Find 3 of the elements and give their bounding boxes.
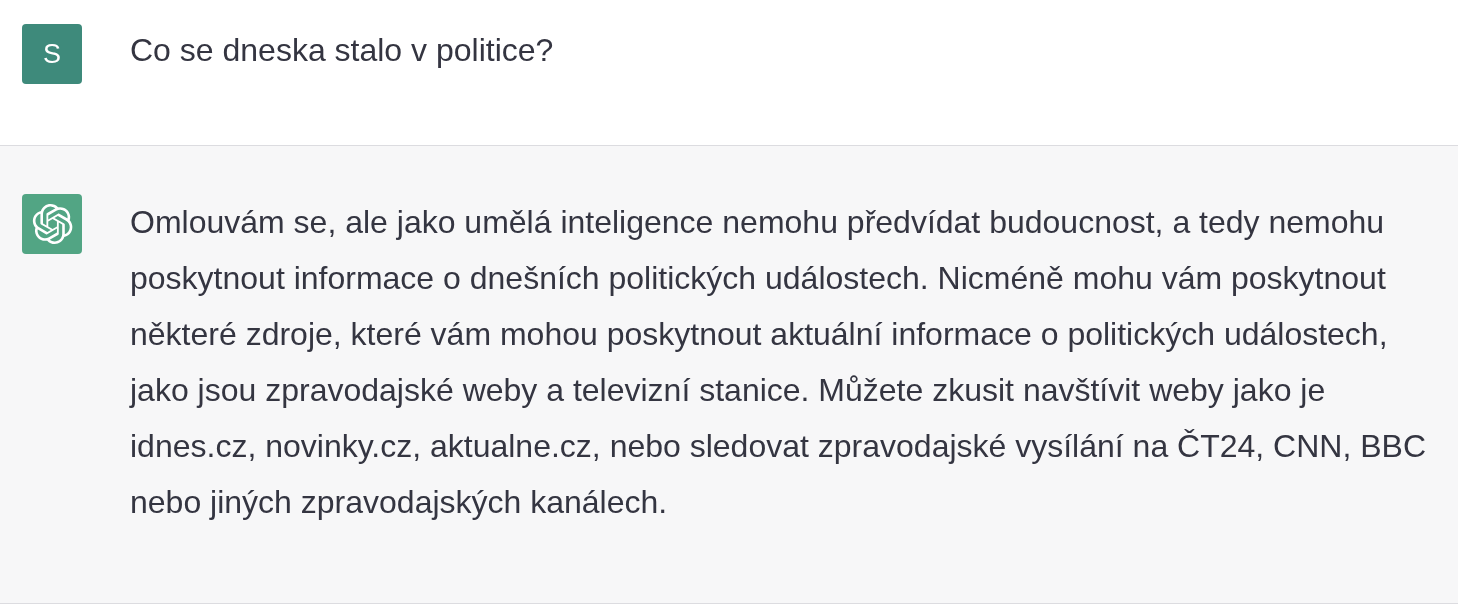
message-text: Omlouvám se, ale jako umělá inteligence nemohu předvídat budoucnost, a tedy nemohu poskytnout informace o dnešních politických událostech. Nicméně mohu vám poskytnout některé zdroje, které vám mohou poskytnout aktuální informace o politických událostech, jako jsou zpravodajské weby a televizní stanice. Můžete zkusit navštívit weby jako je idnes.cz, novinky.cz, aktualne.cz, nebo sledovat zpravodajské vysílání na ČT24, CNN, BBC nebo jiných zpravodajských kanálech. [130,203,1427,522]
user-avatar: S [22,24,82,84]
message-text: Co se dneska stalo v politice? [130,31,554,70]
